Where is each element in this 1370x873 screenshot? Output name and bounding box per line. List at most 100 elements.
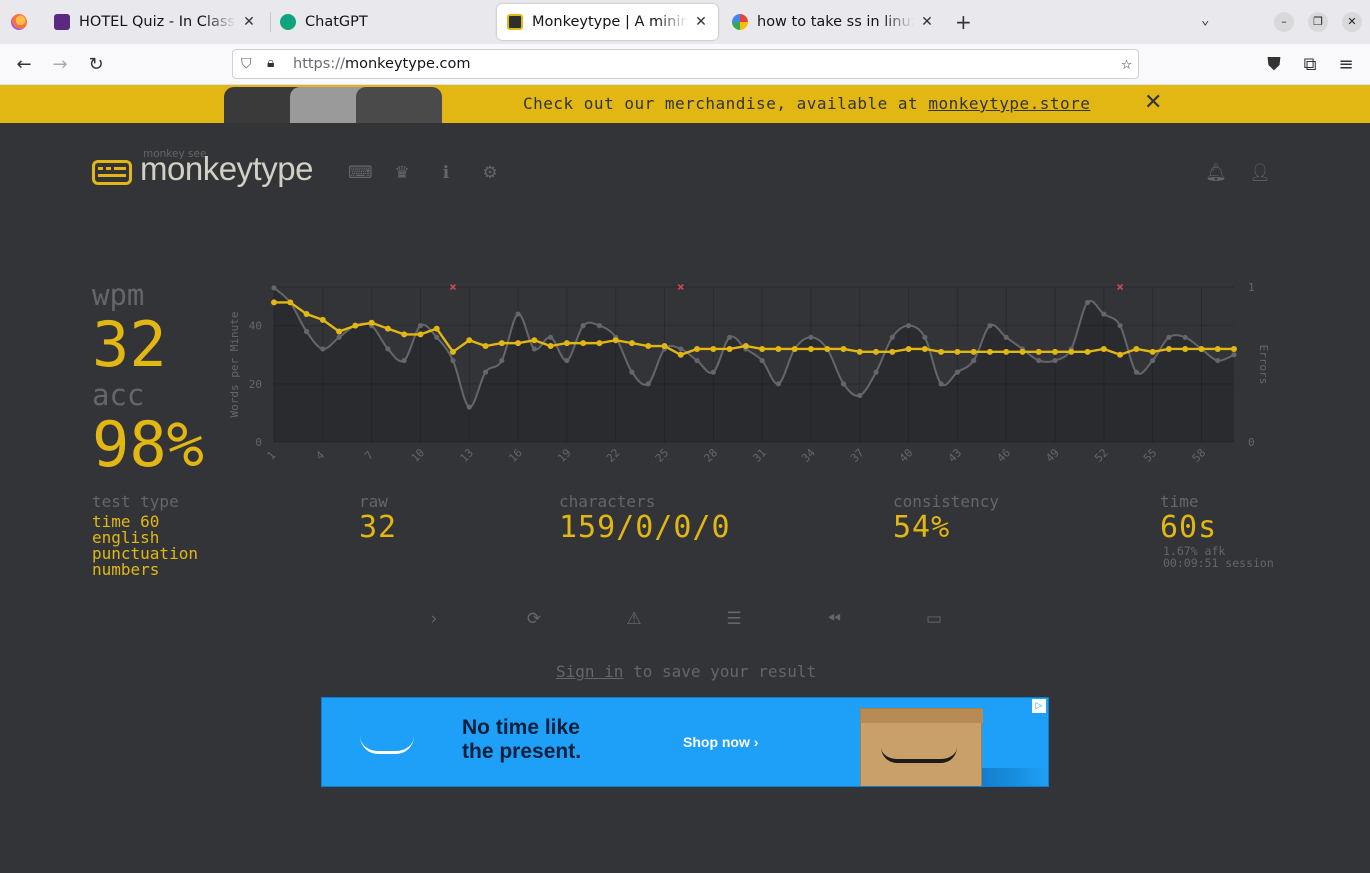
- chart-x-tick-label: 43: [946, 446, 965, 465]
- session-value: 00:09:51 session: [1163, 556, 1274, 570]
- url-bar[interactable]: ⛉ 🔒︎ https://monkeytype.com ☆: [232, 49, 1139, 79]
- raw-point: [320, 346, 326, 352]
- logo-icon[interactable]: [92, 160, 132, 185]
- keyboard-icon[interactable]: ⌨: [348, 162, 373, 184]
- tab-hotel-quiz[interactable]: HOTEL Quiz - In Class Con ✕: [44, 4, 266, 40]
- tab-monkeytype[interactable]: Monkeytype | A minimalis ✕: [497, 4, 718, 40]
- wpm-point: [710, 345, 717, 352]
- raw-area-fill: [274, 287, 1234, 442]
- shop-now-button[interactable]: Shop now ›: [683, 734, 758, 750]
- restart-icon[interactable]: ⟳: [523, 608, 545, 630]
- merch-banner: Check out our merchandise, available at …: [0, 85, 1370, 123]
- firefox-icon[interactable]: [11, 14, 27, 30]
- tab-favicon-icon: [54, 14, 70, 30]
- close-banner-button[interactable]: ✕: [1144, 90, 1162, 115]
- wpm-point: [401, 331, 408, 338]
- wpm-point: [1035, 348, 1042, 355]
- amazon-logo-icon: [360, 736, 414, 754]
- merch-shirts-image: [220, 85, 442, 123]
- raw-point: [1150, 357, 1156, 364]
- ad-choices-icon[interactable]: ▷: [1032, 699, 1046, 713]
- lock-icon[interactable]: 🔒︎: [267, 55, 274, 71]
- browser-tab-bar: HOTEL Quiz - In Class Con ✕ ChatGPT Monk…: [0, 0, 1370, 44]
- wpm-point: [677, 351, 684, 358]
- extensions-icon[interactable]: ⧉: [1297, 52, 1323, 78]
- replay-icon[interactable]: ⏪︎: [823, 608, 845, 630]
- reload-icon[interactable]: ↻: [83, 52, 109, 78]
- chevron-down-icon[interactable]: ⌄: [1201, 12, 1209, 28]
- chart-x-tick-label: 25: [653, 446, 672, 465]
- raw-point: [1133, 369, 1139, 375]
- wpm-point: [954, 348, 961, 355]
- chart-x-tick-label: 7: [362, 449, 376, 463]
- minimize-icon[interactable]: –: [1274, 12, 1294, 32]
- raw-point: [1003, 334, 1009, 340]
- wpm-point: [726, 345, 733, 352]
- next-test-button[interactable]: ›: [423, 608, 445, 630]
- info-icon[interactable]: ℹ: [435, 162, 457, 184]
- raw-point: [1052, 357, 1058, 364]
- wpm-point: [1231, 345, 1237, 352]
- raw-point: [1215, 357, 1221, 364]
- time-value: 60s: [1160, 510, 1218, 545]
- wpm-point: [466, 337, 473, 344]
- screenshot-icon[interactable]: ▭: [923, 608, 945, 630]
- raw-point: [726, 334, 733, 340]
- wpm-point: [352, 322, 359, 329]
- new-tab-icon[interactable]: +: [955, 10, 972, 34]
- tab-google-search[interactable]: how to take ss in linux - G ✕: [722, 4, 944, 40]
- pocket-icon[interactable]: ⛊: [1261, 52, 1287, 78]
- chart-x-tick-label: 10: [409, 446, 428, 465]
- forward-arrow-icon[interactable]: →: [47, 52, 73, 78]
- close-icon[interactable]: ✕: [920, 14, 934, 30]
- test-type-numbers: numbers: [92, 560, 160, 579]
- raw-point: [759, 357, 765, 364]
- wpm-point: [1100, 345, 1107, 352]
- words-history-icon[interactable]: ☰: [723, 608, 745, 630]
- merch-store-link[interactable]: monkeytype.store: [928, 94, 1090, 113]
- signin-link[interactable]: Sign in: [556, 662, 623, 681]
- banner-message: Check out our merchandise, available at: [523, 94, 929, 113]
- raw-point: [385, 346, 391, 352]
- raw-point: [629, 369, 635, 375]
- close-window-icon[interactable]: ✕: [1342, 12, 1362, 32]
- gear-icon[interactable]: ⚙: [479, 162, 501, 184]
- close-icon[interactable]: ✕: [242, 14, 256, 30]
- url-text[interactable]: https://monkeytype.com: [293, 56, 471, 72]
- wpm-point: [1165, 345, 1172, 352]
- raw-point: [645, 381, 651, 387]
- logo-text[interactable]: monkeytype: [140, 150, 313, 188]
- ad-headline-line-2: the present.: [462, 740, 582, 763]
- wpm-point: [1068, 348, 1075, 355]
- close-icon[interactable]: ✕: [694, 14, 708, 30]
- menu-icon[interactable]: ≡: [1333, 52, 1359, 78]
- wpm-point: [1084, 348, 1091, 355]
- amazon-ad[interactable]: No time like the present. Shop now › ▷: [321, 697, 1049, 787]
- warning-icon[interactable]: ⚠: [623, 608, 645, 630]
- account-icon[interactable]: 👤︎: [1249, 162, 1271, 184]
- tab-title: HOTEL Quiz - In Class Con: [79, 14, 236, 30]
- restore-icon[interactable]: ❐: [1308, 12, 1328, 32]
- wpm-point: [1198, 345, 1205, 352]
- signin-text: to save your result: [623, 662, 817, 681]
- shield-icon[interactable]: ⛉: [241, 56, 252, 72]
- tab-favicon-icon: [280, 14, 296, 30]
- raw-point: [482, 369, 489, 375]
- raw-point: [564, 357, 570, 364]
- tab-chatgpt[interactable]: ChatGPT: [270, 4, 492, 40]
- wpm-point: [694, 345, 701, 352]
- bell-icon[interactable]: 🔔︎: [1205, 162, 1227, 184]
- wpm-point: [905, 345, 912, 352]
- url-host: monkeytype.com: [344, 56, 471, 72]
- wpm-value: 32: [92, 308, 167, 381]
- signin-prompt: Sign in to save your result: [556, 662, 816, 681]
- star-icon[interactable]: ☆: [1121, 53, 1132, 74]
- time-label: time: [1160, 492, 1199, 511]
- crown-icon[interactable]: ♛: [391, 162, 413, 184]
- raw-point: [840, 381, 847, 387]
- wpm-point: [1052, 348, 1059, 355]
- chart-x-tick-label: 22: [604, 446, 623, 465]
- back-arrow-icon[interactable]: ←: [11, 52, 37, 78]
- raw-point: [450, 357, 456, 364]
- raw-point: [596, 323, 603, 329]
